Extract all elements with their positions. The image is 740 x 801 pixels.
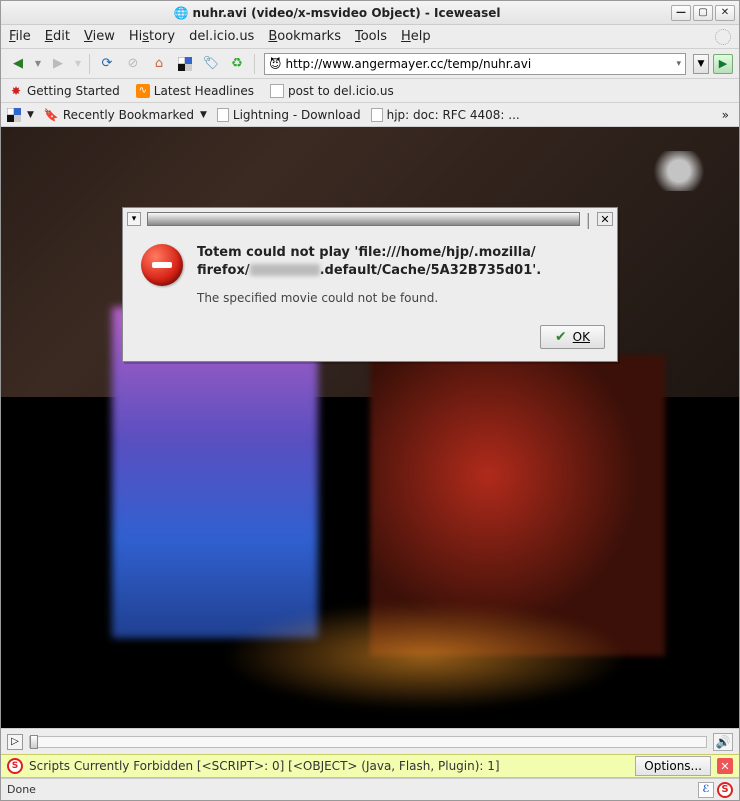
dialog-message: Totem could not play 'file:///home/hjp/.… — [197, 244, 599, 305]
status-icon-1[interactable]: ℰ — [698, 782, 714, 798]
seek-bar[interactable] — [29, 736, 707, 748]
site-icon: 😈 — [269, 57, 282, 71]
menu-tools[interactable]: Tools — [355, 29, 387, 44]
app-icon: 🌐 — [174, 6, 189, 20]
menu-file[interactable]: File — [9, 29, 31, 44]
dialog-title-gradient — [147, 212, 580, 226]
url-history-dropdown[interactable]: ▼ — [693, 54, 709, 74]
ok-label: OK — [573, 330, 590, 344]
ok-button[interactable]: ✔ OK — [540, 325, 605, 349]
overflow-button[interactable]: » — [718, 108, 733, 122]
nav-toolbar: ◀ ▼ ▶ ▼ ⟳ ⊘ ⌂ 🏷 ♻ 😈 ▾ ▼ ▶ — [1, 49, 739, 79]
status-text: Done — [7, 783, 36, 796]
content-area: ▾ | ✕ Totem could not play 'file:///home… — [1, 127, 739, 728]
go-button[interactable]: ▶ — [713, 54, 733, 74]
check-icon: ✔ — [555, 329, 567, 345]
maximize-button[interactable]: ▢ — [693, 5, 713, 21]
volume-button[interactable]: 🔊 — [713, 733, 733, 751]
error-icon — [141, 244, 183, 286]
back-button[interactable]: ◀ — [7, 53, 29, 75]
status-bar: Done ℰ S — [1, 778, 739, 800]
page-icon — [217, 108, 229, 122]
page-icon — [371, 108, 383, 122]
menu-edit[interactable]: Edit — [45, 29, 70, 44]
rss-icon: ∿ — [136, 84, 150, 98]
media-controls: ▷ 🔊 — [1, 728, 739, 754]
separator — [254, 54, 255, 74]
browser-window: 🌐 nuhr.avi (video/x-msvideo Object) - Ic… — [0, 0, 740, 801]
close-button[interactable]: ✕ — [715, 5, 735, 21]
bookmarks-toolbar: ✸ Getting Started ∿ Latest Headlines pos… — [1, 79, 739, 103]
menu-view[interactable]: View — [84, 29, 115, 44]
error-dialog: ▾ | ✕ Totem could not play 'file:///home… — [122, 207, 618, 362]
menu-delicious[interactable]: del.icio.us — [189, 29, 254, 44]
url-input[interactable] — [286, 57, 673, 71]
play-button[interactable]: ▷ — [7, 734, 23, 750]
bookmark-icon: 🔖 — [44, 108, 59, 122]
back-dropdown[interactable]: ▼ — [33, 53, 43, 75]
recently-bookmarked[interactable]: 🔖 Recently Bookmarked ▼ — [44, 108, 207, 122]
dialog-close-button[interactable]: ✕ — [597, 212, 613, 226]
forward-button[interactable]: ▶ — [47, 53, 69, 75]
delicious-tag-icon[interactable] — [174, 53, 196, 75]
seek-thumb[interactable] — [30, 735, 38, 749]
recent-toolbar: ▼ 🔖 Recently Bookmarked ▼ Lightning - Do… — [1, 103, 739, 127]
bookmark-lightning[interactable]: Lightning - Download — [217, 108, 361, 122]
dialog-menu-icon[interactable]: ▾ — [127, 212, 141, 226]
menu-history[interactable]: History — [129, 29, 175, 44]
noscript-text: Scripts Currently Forbidden [<SCRIPT>: 0… — [29, 759, 500, 773]
bug-icon: ✸ — [9, 84, 23, 98]
page-icon — [270, 84, 284, 98]
home-button[interactable]: ⌂ — [148, 53, 170, 75]
noscript-bar: S Scripts Currently Forbidden [<SCRIPT>:… — [1, 754, 739, 778]
menu-help[interactable]: Help — [401, 29, 431, 44]
menu-bookmarks[interactable]: Bookmarks — [268, 29, 341, 44]
tag-icon[interactable]: 🏷 — [200, 53, 222, 75]
forward-dropdown[interactable]: ▼ — [73, 53, 83, 75]
separator — [89, 54, 90, 74]
bookmark-getting-started[interactable]: ✸ Getting Started — [9, 84, 120, 98]
titlebar: 🌐 nuhr.avi (video/x-msvideo Object) - Ic… — [1, 1, 739, 25]
window-title: nuhr.avi (video/x-msvideo Object) - Icew… — [192, 6, 500, 20]
menubar: File Edit View History del.icio.us Bookm… — [1, 25, 739, 49]
dialog-titlebar[interactable]: ▾ | ✕ — [123, 208, 617, 230]
delicious-button[interactable]: ▼ — [7, 108, 34, 122]
minimize-button[interactable]: — — [671, 5, 691, 21]
url-bar[interactable]: 😈 ▾ — [264, 53, 686, 75]
dialog-separator: | — [586, 210, 591, 229]
recycle-icon[interactable]: ♻ — [226, 53, 248, 75]
status-noscript-icon[interactable]: S — [717, 782, 733, 798]
noscript-close-button[interactable]: ✕ — [717, 758, 733, 774]
bookmark-latest-headlines[interactable]: ∿ Latest Headlines — [136, 84, 254, 98]
bookmark-hjp[interactable]: hjp: doc: RFC 4408: ... — [371, 108, 520, 122]
bookmark-post-delicious[interactable]: post to del.icio.us — [270, 84, 394, 98]
reload-button[interactable]: ⟳ — [96, 53, 118, 75]
throbber-icon — [715, 29, 731, 45]
noscript-icon: S — [7, 758, 23, 774]
stop-button[interactable]: ⊘ — [122, 53, 144, 75]
options-button[interactable]: Options... — [635, 756, 711, 776]
redacted-text — [250, 264, 320, 276]
